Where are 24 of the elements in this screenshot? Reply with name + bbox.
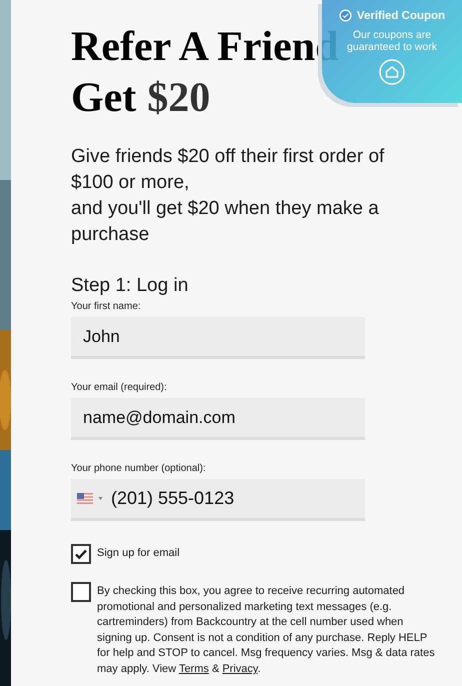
step-title: Step 1: Log in [71,275,190,297]
input-field[interactable]: John [71,317,365,359]
privacy-link[interactable]: Privacy [222,662,258,675]
input-field[interactable]: (201) 555-0123 [71,479,365,521]
heading-subtitle: Get [71,74,136,123]
badge-title: Verified Coupon [356,10,446,22]
flag-icon[interactable] [77,493,93,504]
checkbox[interactable] [71,582,91,602]
checkbox[interactable] [71,544,91,564]
field-label: Your phone number (optional): [71,463,207,475]
field-label: Your email (required): [71,382,168,394]
reward-amount: $20 [147,74,210,123]
text-input[interactable]: John [83,326,353,346]
phone-input[interactable]: (201) 555-0123 [111,488,353,509]
field-label: Your first name: [71,301,142,313]
input-field[interactable]: name@domain.com [71,398,365,440]
text-input[interactable]: name@domain.com [83,408,353,428]
caret-icon[interactable] [98,497,103,500]
check-circle-icon [338,9,352,22]
intro-text: and you'll get $20 when they make a purchase [71,197,380,247]
badge-text: Our coupons are guaranteed to work [346,29,438,53]
terms-link[interactable]: Terms [178,662,209,675]
consent-text: By checking this box, you agree to receive recurring automated promotional and personalized marketing text messages (e.g. cartreminders) from Backcountry at the cell number used when signing up. Consent is not a condition of any purchase. Reply HELP for help and STOP to cancel. Msg frequency varies. Msg & data rates may apply. View Terms & Privacy. [97,584,436,677]
checkbox-label: Sign up for email [97,546,181,561]
